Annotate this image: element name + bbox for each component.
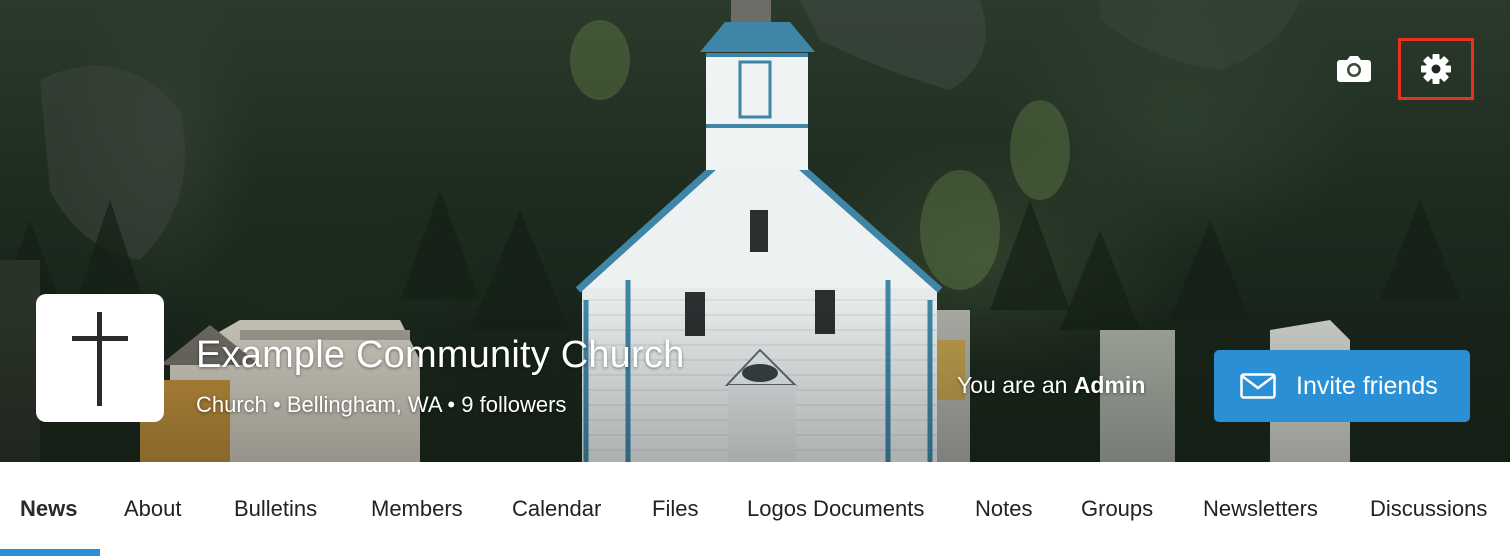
- tab-discussions[interactable]: Discussions: [1370, 496, 1487, 522]
- tab-news[interactable]: News: [20, 496, 77, 522]
- change-cover-photo-button[interactable]: [1330, 44, 1378, 92]
- tab-about[interactable]: About: [124, 496, 182, 522]
- role-value: Admin: [1073, 372, 1146, 398]
- tab-calendar[interactable]: Calendar: [512, 496, 601, 522]
- camera-icon: [1337, 56, 1371, 82]
- tab-logos-documents[interactable]: Logos Documents: [747, 496, 924, 522]
- tab-files[interactable]: Files: [652, 496, 698, 522]
- envelope-icon: [1240, 373, 1276, 399]
- tab-newsletters[interactable]: Newsletters: [1203, 496, 1318, 522]
- invite-friends-label: Invite friends: [1296, 371, 1438, 400]
- tab-notes[interactable]: Notes: [975, 496, 1032, 522]
- church-avatar[interactable]: [36, 294, 164, 422]
- church-meta: Church • Bellingham, WA • 9 followers: [196, 392, 567, 417]
- settings-button[interactable]: [1398, 38, 1474, 100]
- invite-friends-button[interactable]: Invite friends: [1214, 350, 1470, 422]
- page-title: Example Community Church: [196, 334, 685, 376]
- role-indicator: You are an Admin: [957, 372, 1145, 399]
- tab-groups[interactable]: Groups: [1081, 496, 1153, 522]
- tab-bulletins[interactable]: Bulletins: [234, 496, 317, 522]
- tab-members[interactable]: Members: [371, 496, 463, 522]
- cover-photo: Example Community Church Church • Bellin…: [0, 0, 1510, 462]
- gear-icon: [1421, 54, 1451, 84]
- page-tabs: News About Bulletins Members Calendar Fi…: [0, 462, 1510, 556]
- active-tab-indicator: [0, 549, 100, 556]
- role-prefix: You are an: [957, 372, 1074, 398]
- cross-icon: [72, 312, 128, 406]
